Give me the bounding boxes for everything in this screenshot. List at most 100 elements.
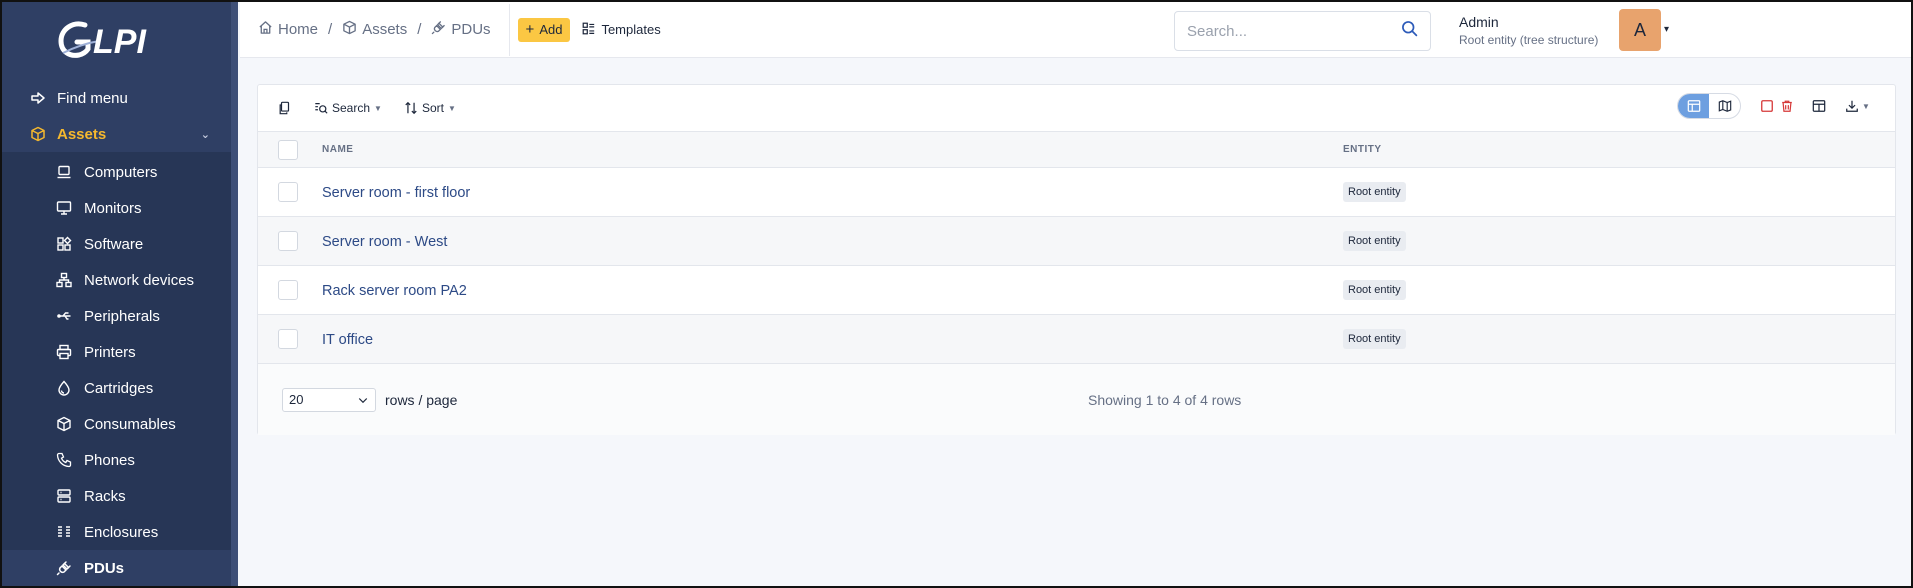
glpi-logo-icon: LPI [58,21,147,61]
header-divider [508,3,510,56]
search-icon[interactable] [1401,20,1418,42]
chevron-down-icon: ▼ [1862,101,1870,111]
sort-button[interactable]: Sort ▼ [404,101,456,115]
find-menu-item[interactable]: Find menu [2,80,238,116]
row-name-link[interactable]: Server room - first floor [322,185,470,201]
search-toggle-button[interactable]: Search ▼ [314,101,382,115]
row-checkbox[interactable] [278,231,298,251]
search-filter-icon [315,103,328,114]
sidebar-item-monitors[interactable]: Monitors [2,190,238,226]
sidebar-section-assets[interactable]: Assets ⌄ [2,116,238,152]
breadcrumb-home[interactable]: Home [258,20,318,39]
pagination-bar: 20 rows / page Showing 1 to 4 of 4 rows [258,364,1895,435]
entity-cell: Root entity [1343,168,1895,217]
sidebar-item-racks[interactable]: Racks [2,478,238,514]
sidebar-item-cartridges[interactable]: Cartridges [2,370,238,406]
add-button[interactable]: + Add [517,17,571,42]
plug-icon [431,20,446,39]
sidebar-item-software[interactable]: Software [2,226,238,262]
package-icon [54,416,74,432]
display-preferences-button[interactable] [1812,99,1826,113]
breadcrumb-separator: / [417,21,422,38]
glpi-logo[interactable]: LPI [2,2,238,80]
name-cell: Rack server room PA2 [322,266,1343,315]
name-cell: IT office [322,315,1343,364]
user-info[interactable]: Admin Root entity (tree structure) [1459,14,1598,47]
printer-icon [54,344,74,360]
sidebar-scrollbar[interactable] [231,2,238,586]
sidebar-item-phones[interactable]: Phones [2,442,238,478]
export-button[interactable]: ▼ [1845,99,1870,113]
chevron-down-icon [358,397,368,403]
view-mode-toggle [1677,93,1741,119]
sidebar-item-computers[interactable]: Computers [2,154,238,190]
sidebar-item-network-devices[interactable]: Network devices [2,262,238,298]
sidebar-item-enclosures[interactable]: Enclosures [2,514,238,550]
row-checkbox[interactable] [278,280,298,300]
package-icon [28,126,48,142]
computer-icon [54,164,74,180]
table-header-row: NAME ENTITY [258,131,1895,168]
phone-icon [54,452,74,468]
rows-per-page-label: rows / page [385,391,458,408]
sidebar-item-label: Monitors [84,199,142,217]
page-size-select[interactable]: 20 [282,387,376,412]
row-name-link[interactable]: Rack server room PA2 [322,283,467,299]
network-icon [54,272,74,288]
sidebar-item-label: PDUs [84,559,125,577]
home-icon [258,20,273,39]
breadcrumb-separator: / [328,21,333,38]
top-header: Home / Assets / PDUs + Add Templates Adm… [240,2,1911,58]
row-name-link[interactable]: IT office [322,332,373,348]
row-checkbox[interactable] [278,329,298,349]
templates-icon [582,22,595,38]
select-all-checkbox[interactable] [278,139,298,160]
breadcrumb-assets[interactable]: Assets [342,20,407,39]
sidebar-item-printers[interactable]: Printers [2,334,238,370]
row-name-link[interactable]: Server room - West [322,234,447,250]
column-header-entity[interactable]: ENTITY [1343,132,1895,168]
sidebar-item-consumables[interactable]: Consumables [2,406,238,442]
software-icon [54,236,74,252]
sidebar-item-label: Racks [84,487,126,505]
columns-icon [54,524,74,540]
monitor-icon [54,200,74,216]
sidebar-item-label: Network devices [84,271,195,289]
table-view-button[interactable] [1678,94,1709,118]
droplet-icon [54,380,74,396]
pagination-summary: Showing 1 to 4 of 4 rows [1088,391,1242,408]
row-checkbox[interactable] [278,182,298,202]
list-toolbar: Search ▼ Sort ▼ [258,85,1895,131]
checkbox-outline-icon [1761,100,1773,112]
usb-icon [54,308,74,324]
chevron-down-icon: ⌄ [200,128,210,141]
sort-label: Sort [421,101,444,115]
add-button-label: Add [539,22,563,37]
select-all-cell [258,132,322,168]
global-search-input[interactable] [1187,22,1401,40]
sidebar-item-peripherals[interactable]: Peripherals [2,298,238,334]
plug-icon [54,560,74,576]
download-icon [1846,100,1858,112]
map-view-button[interactable] [1709,94,1740,118]
trash-view-button[interactable] [1760,99,1794,113]
table-row: Server room - first floor Root entity [258,168,1895,217]
column-header-name[interactable]: NAME [322,132,1343,168]
breadcrumb-pdus[interactable]: PDUs [431,20,491,39]
sidebar-item-label: Computers [84,163,158,181]
pdu-list-card: Search ▼ Sort ▼ ▼ NAME ENTITY Server roo… [257,84,1896,435]
avatar[interactable]: A [1619,9,1661,51]
arrow-right-icon [28,90,48,106]
chevron-down-icon[interactable]: ▾ [1664,24,1669,35]
server-icon [54,488,74,504]
map-icon [1718,100,1731,112]
trash-icon [1782,100,1792,112]
sidebar-item-pdus[interactable]: PDUs [2,550,238,586]
entity-cell: Root entity [1343,217,1895,266]
sidebar-item-label: Software [84,235,144,253]
sidebar-item-label: Cartridges [84,379,154,397]
massive-actions-button[interactable] [278,101,292,115]
package-icon [342,20,357,39]
templates-button[interactable]: Templates [582,22,661,38]
row-checkbox-cell [258,266,322,315]
